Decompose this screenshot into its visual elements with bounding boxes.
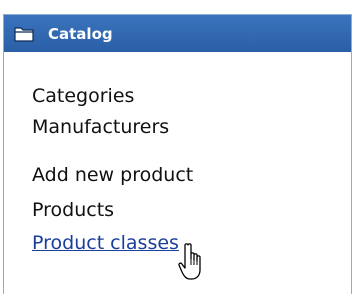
menu-item-product-classes[interactable]: Product classes (32, 231, 179, 255)
panel-header: Catalog (4, 15, 351, 52)
menu-item-add-new-product[interactable]: Add new product (32, 163, 193, 187)
menu-item-manufacturers[interactable]: Manufacturers (32, 115, 169, 139)
menu-item-products[interactable]: Products (32, 198, 114, 222)
menu-item-categories[interactable]: Categories (32, 84, 134, 108)
panel-title: Catalog (48, 24, 113, 43)
folder-icon (14, 26, 34, 42)
hand-pointer-icon (178, 243, 210, 283)
